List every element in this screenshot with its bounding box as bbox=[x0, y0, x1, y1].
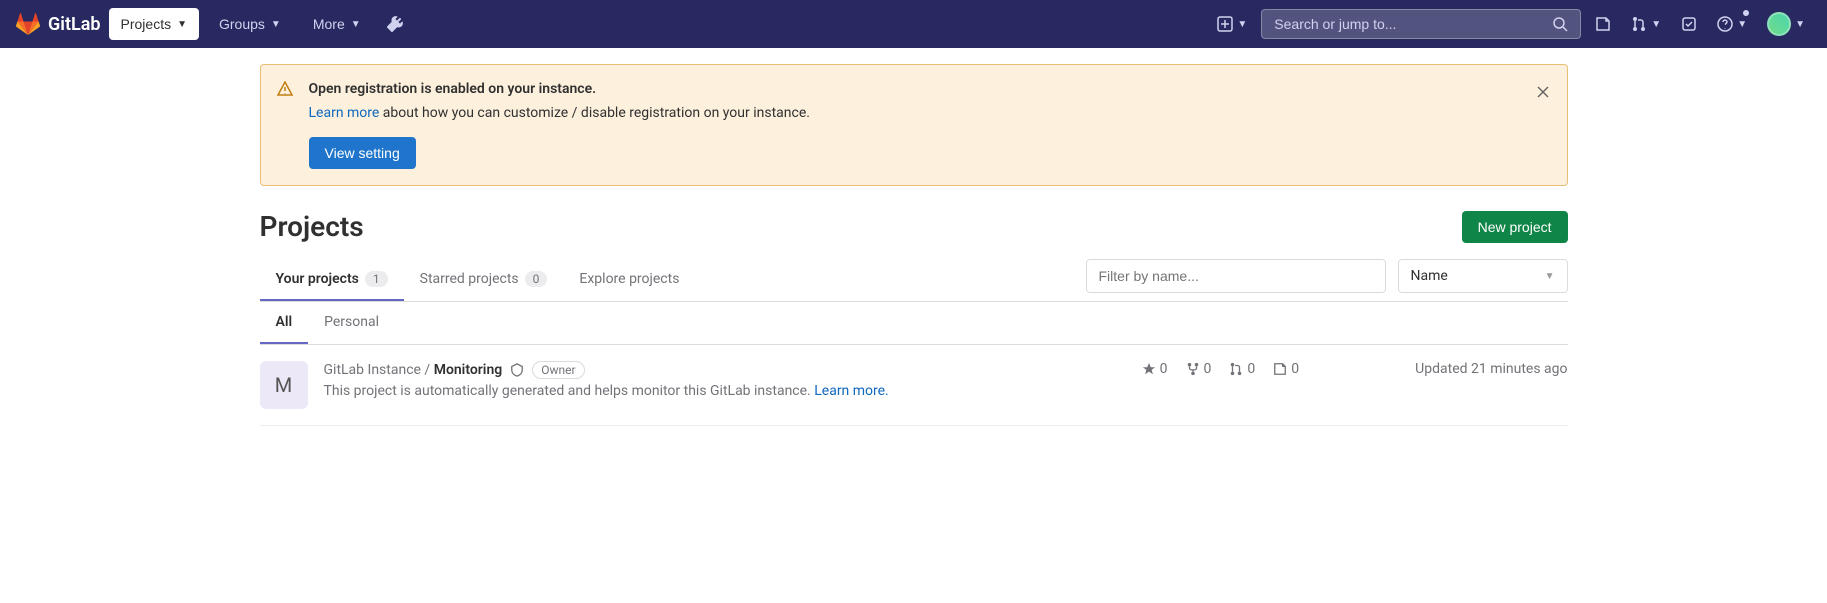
subtab-personal[interactable]: Personal bbox=[308, 302, 395, 344]
filter-input[interactable] bbox=[1086, 259, 1386, 293]
project-link[interactable]: GitLab Instance / Monitoring bbox=[324, 362, 503, 378]
nav-projects-label: Projects bbox=[121, 16, 172, 32]
project-updated: Updated 21 minutes ago bbox=[1415, 361, 1567, 377]
nav-more-label: More bbox=[313, 16, 345, 32]
internal-visibility-icon bbox=[510, 363, 524, 377]
alert-title: Open registration is enabled on your ins… bbox=[309, 81, 1551, 97]
stat-merge-requests[interactable]: 0 bbox=[1229, 361, 1255, 377]
stat-mrs-value: 0 bbox=[1247, 361, 1255, 377]
project-avatar[interactable]: M bbox=[260, 361, 308, 409]
stat-stars-value: 0 bbox=[1160, 361, 1168, 377]
merge-request-icon bbox=[1229, 362, 1243, 376]
search-box[interactable] bbox=[1261, 9, 1581, 39]
wrench-icon bbox=[387, 16, 403, 32]
help-button[interactable]: ▼ bbox=[1711, 10, 1753, 38]
close-icon bbox=[1535, 84, 1551, 100]
chevron-down-icon: ▼ bbox=[1237, 19, 1247, 30]
user-menu[interactable]: ▼ bbox=[1761, 6, 1811, 42]
tab-your-count: 1 bbox=[365, 271, 388, 287]
stat-forks[interactable]: 0 bbox=[1186, 361, 1212, 377]
chevron-down-icon: ▼ bbox=[1795, 19, 1805, 30]
project-row: M GitLab Instance / Monitoring Owner Thi… bbox=[260, 345, 1568, 426]
subtab-all[interactable]: All bbox=[260, 302, 309, 344]
chevron-down-icon: ▼ bbox=[1545, 271, 1555, 282]
alert-text-rest: about how you can customize / disable re… bbox=[379, 105, 810, 121]
todos-button[interactable] bbox=[1675, 10, 1703, 38]
sort-dropdown[interactable]: Name ▼ bbox=[1398, 259, 1568, 293]
plus-square-icon bbox=[1217, 16, 1233, 32]
project-description: This project is automatically generated … bbox=[324, 383, 1126, 399]
sort-label: Name bbox=[1411, 268, 1448, 284]
tab-explore-projects[interactable]: Explore projects bbox=[563, 259, 695, 301]
merge-requests-button[interactable]: ▼ bbox=[1625, 10, 1667, 38]
page-title: Projects bbox=[260, 210, 364, 243]
new-project-button[interactable]: New project bbox=[1462, 211, 1568, 243]
role-badge: Owner bbox=[532, 361, 584, 379]
stat-forks-value: 0 bbox=[1204, 361, 1212, 377]
search-icon bbox=[1552, 16, 1568, 32]
star-icon bbox=[1142, 362, 1156, 376]
issue-icon bbox=[1595, 16, 1611, 32]
merge-request-icon bbox=[1631, 16, 1647, 32]
nav-projects[interactable]: Projects ▼ bbox=[109, 8, 199, 40]
registration-alert: Open registration is enabled on your ins… bbox=[260, 64, 1568, 186]
project-desc-text: This project is automatically generated … bbox=[324, 383, 815, 399]
chevron-down-icon: ▼ bbox=[271, 19, 281, 30]
chevron-down-icon: ▼ bbox=[351, 19, 361, 30]
tab-your-label: Your projects bbox=[276, 271, 359, 287]
new-dropdown[interactable]: ▼ bbox=[1211, 10, 1253, 38]
alert-close-button[interactable] bbox=[1535, 81, 1551, 102]
avatar bbox=[1767, 12, 1791, 36]
todo-icon bbox=[1681, 16, 1697, 32]
tab-starred-count: 0 bbox=[525, 271, 548, 287]
nav-groups[interactable]: Groups ▼ bbox=[207, 8, 293, 40]
fork-icon bbox=[1186, 362, 1200, 376]
gitlab-logo-icon bbox=[16, 12, 40, 36]
logo-text: GitLab bbox=[48, 14, 101, 35]
nav-more[interactable]: More ▼ bbox=[301, 8, 373, 40]
issue-icon bbox=[1273, 362, 1287, 376]
tab-explore-label: Explore projects bbox=[579, 271, 679, 287]
logo[interactable]: GitLab bbox=[16, 12, 101, 36]
project-name: Monitoring bbox=[434, 362, 503, 378]
help-icon bbox=[1717, 16, 1733, 32]
tab-starred-projects[interactable]: Starred projects 0 bbox=[404, 259, 564, 301]
stat-issues-value: 0 bbox=[1291, 361, 1299, 377]
nav-groups-label: Groups bbox=[219, 16, 265, 32]
notification-dot bbox=[1743, 10, 1749, 16]
tab-your-projects[interactable]: Your projects 1 bbox=[260, 259, 404, 301]
chevron-down-icon: ▼ bbox=[1737, 19, 1747, 30]
stat-stars[interactable]: 0 bbox=[1142, 361, 1168, 377]
admin-wrench-button[interactable] bbox=[381, 10, 409, 38]
stat-issues[interactable]: 0 bbox=[1273, 361, 1299, 377]
tab-starred-label: Starred projects bbox=[420, 271, 519, 287]
chevron-down-icon: ▼ bbox=[1651, 19, 1661, 30]
warning-icon bbox=[277, 81, 293, 169]
alert-learn-more-link[interactable]: Learn more bbox=[309, 105, 380, 121]
chevron-down-icon: ▼ bbox=[177, 19, 187, 30]
issues-button[interactable] bbox=[1589, 10, 1617, 38]
project-namespace: GitLab Instance / bbox=[324, 362, 434, 378]
search-input[interactable] bbox=[1274, 16, 1552, 32]
project-learn-more-link[interactable]: Learn more. bbox=[814, 383, 889, 399]
alert-text: Learn more about how you can customize /… bbox=[309, 105, 1551, 121]
view-setting-button[interactable]: View setting bbox=[309, 137, 416, 169]
